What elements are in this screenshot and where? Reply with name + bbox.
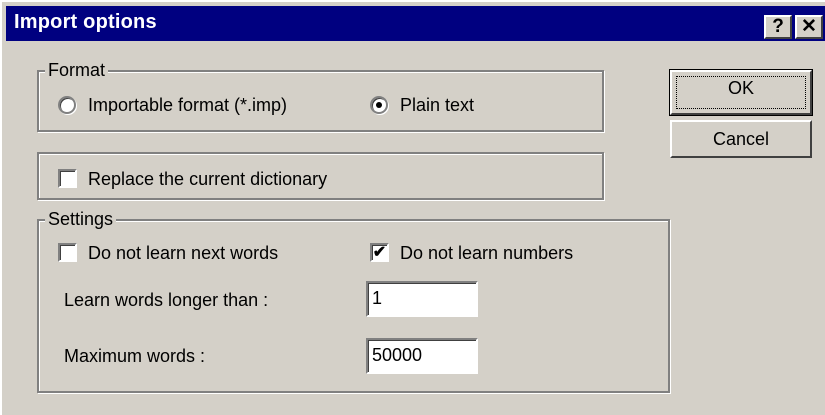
- do-not-learn-numbers-label[interactable]: Do not learn numbers: [400, 242, 573, 264]
- ok-button[interactable]: OK: [669, 69, 813, 116]
- plain-text-label[interactable]: Plain text: [400, 94, 474, 116]
- radio-selected-dot: [376, 102, 382, 108]
- maximum-words-label: Maximum words :: [64, 346, 206, 366]
- do-not-learn-numbers-checkbox[interactable]: ✔: [370, 243, 389, 262]
- replace-dictionary-label[interactable]: Replace the current dictionary: [88, 168, 327, 190]
- ok-button-label: OK: [727, 78, 754, 98]
- checkmark-icon: ✔: [372, 244, 387, 261]
- cancel-button-label: Cancel: [712, 129, 770, 149]
- do-not-learn-next-words-checkbox[interactable]: [58, 243, 77, 262]
- plain-text-radio[interactable]: [370, 96, 388, 114]
- title-bar[interactable]: Import options ? ✕: [6, 6, 825, 41]
- question-mark-icon: ?: [772, 16, 784, 37]
- format-legend: Format: [45, 60, 109, 80]
- importable-format-label[interactable]: Importable format (*.imp): [88, 94, 287, 116]
- import-options-dialog: Import options ? ✕ Format Importable for…: [0, 0, 825, 415]
- learn-words-longer-than-input[interactable]: 1: [366, 281, 478, 317]
- settings-legend: Settings: [45, 209, 117, 229]
- maximum-words-input[interactable]: 50000: [366, 338, 478, 374]
- cancel-button[interactable]: Cancel: [670, 120, 812, 158]
- close-button[interactable]: ✕: [795, 15, 823, 39]
- importable-format-radio[interactable]: [58, 96, 76, 114]
- replace-dictionary-checkbox[interactable]: [58, 169, 77, 188]
- do-not-learn-next-words-label[interactable]: Do not learn next words: [88, 242, 278, 264]
- window-title: Import options: [14, 11, 157, 33]
- learn-words-longer-than-label: Learn words longer than :: [64, 290, 269, 310]
- help-button[interactable]: ?: [764, 15, 792, 39]
- close-icon: ✕: [801, 16, 817, 37]
